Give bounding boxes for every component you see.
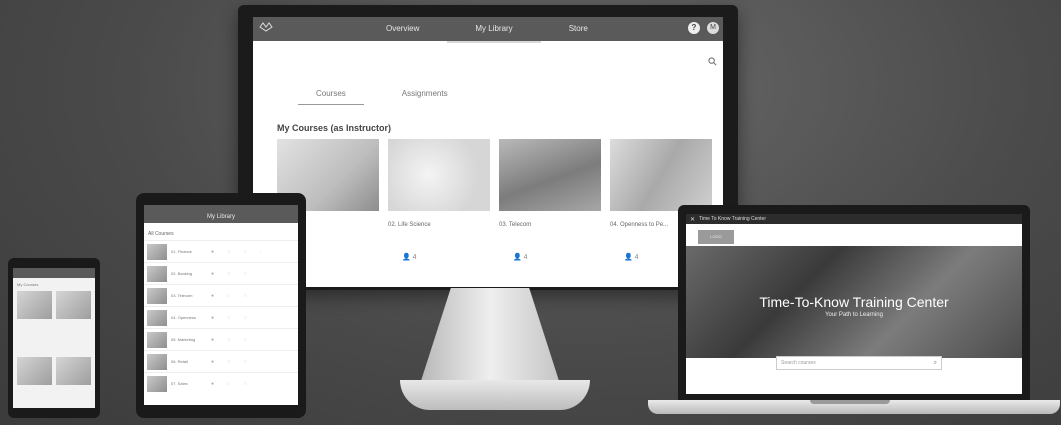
course-thumbnail [147, 353, 167, 370]
list-item-name: 02. Banking [171, 271, 193, 276]
hero-banner: Time-To-Know Training Center Your Path t… [686, 246, 1022, 370]
course-list: ...ance 👤 4 02. Life Science 👤 4 03. Tel… [277, 139, 712, 261]
search-icon[interactable] [708, 57, 717, 69]
list-item[interactable]: 05. Marketing ● ◌ ◌ [144, 328, 298, 350]
monitor-base [400, 380, 590, 410]
tab-assignments[interactable]: Assignments [384, 89, 466, 105]
course-thumbnail [147, 331, 167, 348]
row-stats: ● ◌ ◌ · [211, 248, 268, 255]
search-icon[interactable]: ⌕ [934, 357, 937, 369]
list-item-name: 07. Sales [171, 381, 188, 386]
list-item[interactable]: 03. Telecom ● ◌ ◌ [144, 284, 298, 306]
phone-screen: My Courses [13, 268, 95, 408]
course-thumbnail[interactable] [56, 357, 91, 385]
course-card[interactable]: 03. Telecom 👤 4 [499, 139, 601, 261]
row-stats: ● ◌ ◌ [211, 336, 253, 343]
list-item-name: 06. Retail [171, 359, 188, 364]
row-stats: ● ◌ ◌ [211, 358, 253, 365]
course-footer-count: 4 [523, 254, 528, 261]
course-title: 03. Telecom [499, 222, 532, 228]
course-thumbnail[interactable] [388, 139, 490, 211]
section-title: My Courses (as Instructor) [277, 123, 392, 133]
list-item[interactable]: 07. Sales ● ◌ ◌ [144, 372, 298, 394]
course-thumbnail [147, 375, 167, 392]
list-item[interactable]: 04. Openness ● ◌ ◌ [144, 306, 298, 328]
tablet-screen: My Library All Courses 01. Finance ● ◌ ◌ … [144, 205, 298, 405]
course-card[interactable]: 02. Life Science 👤 4 [388, 139, 490, 261]
site-logo[interactable]: LOGO [698, 230, 734, 244]
phone-course-grid [13, 357, 95, 385]
laptop-device: ✕ Time To Know Training Center LOGO Time… [678, 205, 1030, 400]
row-stats: ● ◌ ◌ [211, 292, 253, 299]
laptop-notch [810, 400, 890, 404]
course-thumbnail[interactable] [17, 357, 52, 385]
phone-topbar [13, 268, 95, 278]
nav-my-library[interactable]: My Library [447, 17, 541, 43]
list-item[interactable]: 01. Finance ● ◌ ◌ · [144, 240, 298, 262]
monitor-screen: Overview My Library Store ? M Courses As… [253, 17, 723, 287]
close-icon[interactable]: ✕ [686, 216, 699, 223]
list-item-name: 04. Openness [171, 315, 196, 320]
window-titlebar: ✕ Time To Know Training Center [686, 214, 1022, 224]
search-input[interactable]: Search courses ⌕ [776, 356, 942, 370]
top-navigation-bar: Overview My Library Store ? M [253, 17, 723, 43]
list-item[interactable]: 02. Banking ● ◌ ◌ [144, 262, 298, 284]
course-user-count: 👤 4 [402, 254, 417, 261]
hero-title: Time-To-Know Training Center [759, 294, 949, 310]
row-stats: ● ◌ ◌ [211, 314, 253, 321]
hero-subtitle: Your Path to Learning [825, 312, 883, 318]
course-thumbnail [147, 309, 167, 326]
row-stats: ● ◌ ◌ [211, 380, 253, 387]
course-thumbnail [147, 243, 167, 260]
list-item-name: 05. Marketing [171, 337, 196, 342]
tab-courses[interactable]: Courses [298, 89, 364, 105]
help-icon[interactable]: ? [688, 22, 700, 34]
phone-course-grid [13, 291, 95, 319]
row-stats: ● ◌ ◌ [211, 270, 253, 277]
phone-device: My Courses [8, 258, 100, 418]
content-tabs: Courses Assignments [298, 89, 466, 105]
course-footer-count: 4 [634, 254, 639, 261]
nav-store[interactable]: Store [541, 17, 616, 41]
course-thumbnail[interactable] [17, 291, 52, 319]
phone-page-title: My Courses [17, 282, 39, 287]
avatar[interactable]: M [707, 22, 719, 34]
course-thumbnail[interactable] [499, 139, 601, 211]
course-footer-count: 4 [412, 254, 417, 261]
course-thumbnail [147, 287, 167, 304]
tablet-topbar: My Library [144, 205, 298, 223]
course-title: 02. Life Science [388, 222, 431, 228]
course-thumbnail[interactable] [610, 139, 712, 211]
tablet-filter-dropdown[interactable]: All Courses [144, 223, 298, 240]
course-user-count: 👤 4 [513, 254, 528, 261]
app-logo[interactable] [259, 22, 273, 32]
list-item[interactable]: 06. Retail ● ◌ ◌ [144, 350, 298, 372]
nav-overview[interactable]: Overview [358, 17, 447, 41]
tablet-title: My Library [206, 214, 235, 220]
desktop-monitor: Overview My Library Store ? M Courses As… [238, 5, 738, 290]
list-item-name: 01. Finance [171, 249, 192, 254]
tablet-device: My Library All Courses 01. Finance ● ◌ ◌ … [136, 193, 306, 418]
list-item-name: 03. Telecom [171, 293, 193, 298]
window-title: Time To Know Training Center [699, 216, 767, 222]
course-thumbnail [147, 265, 167, 282]
course-thumbnail[interactable] [56, 291, 91, 319]
main-nav: Overview My Library Store [358, 17, 616, 43]
search-placeholder: Search courses [781, 360, 816, 366]
logo-icon [259, 22, 273, 32]
laptop-screen: ✕ Time To Know Training Center LOGO Time… [686, 214, 1022, 394]
